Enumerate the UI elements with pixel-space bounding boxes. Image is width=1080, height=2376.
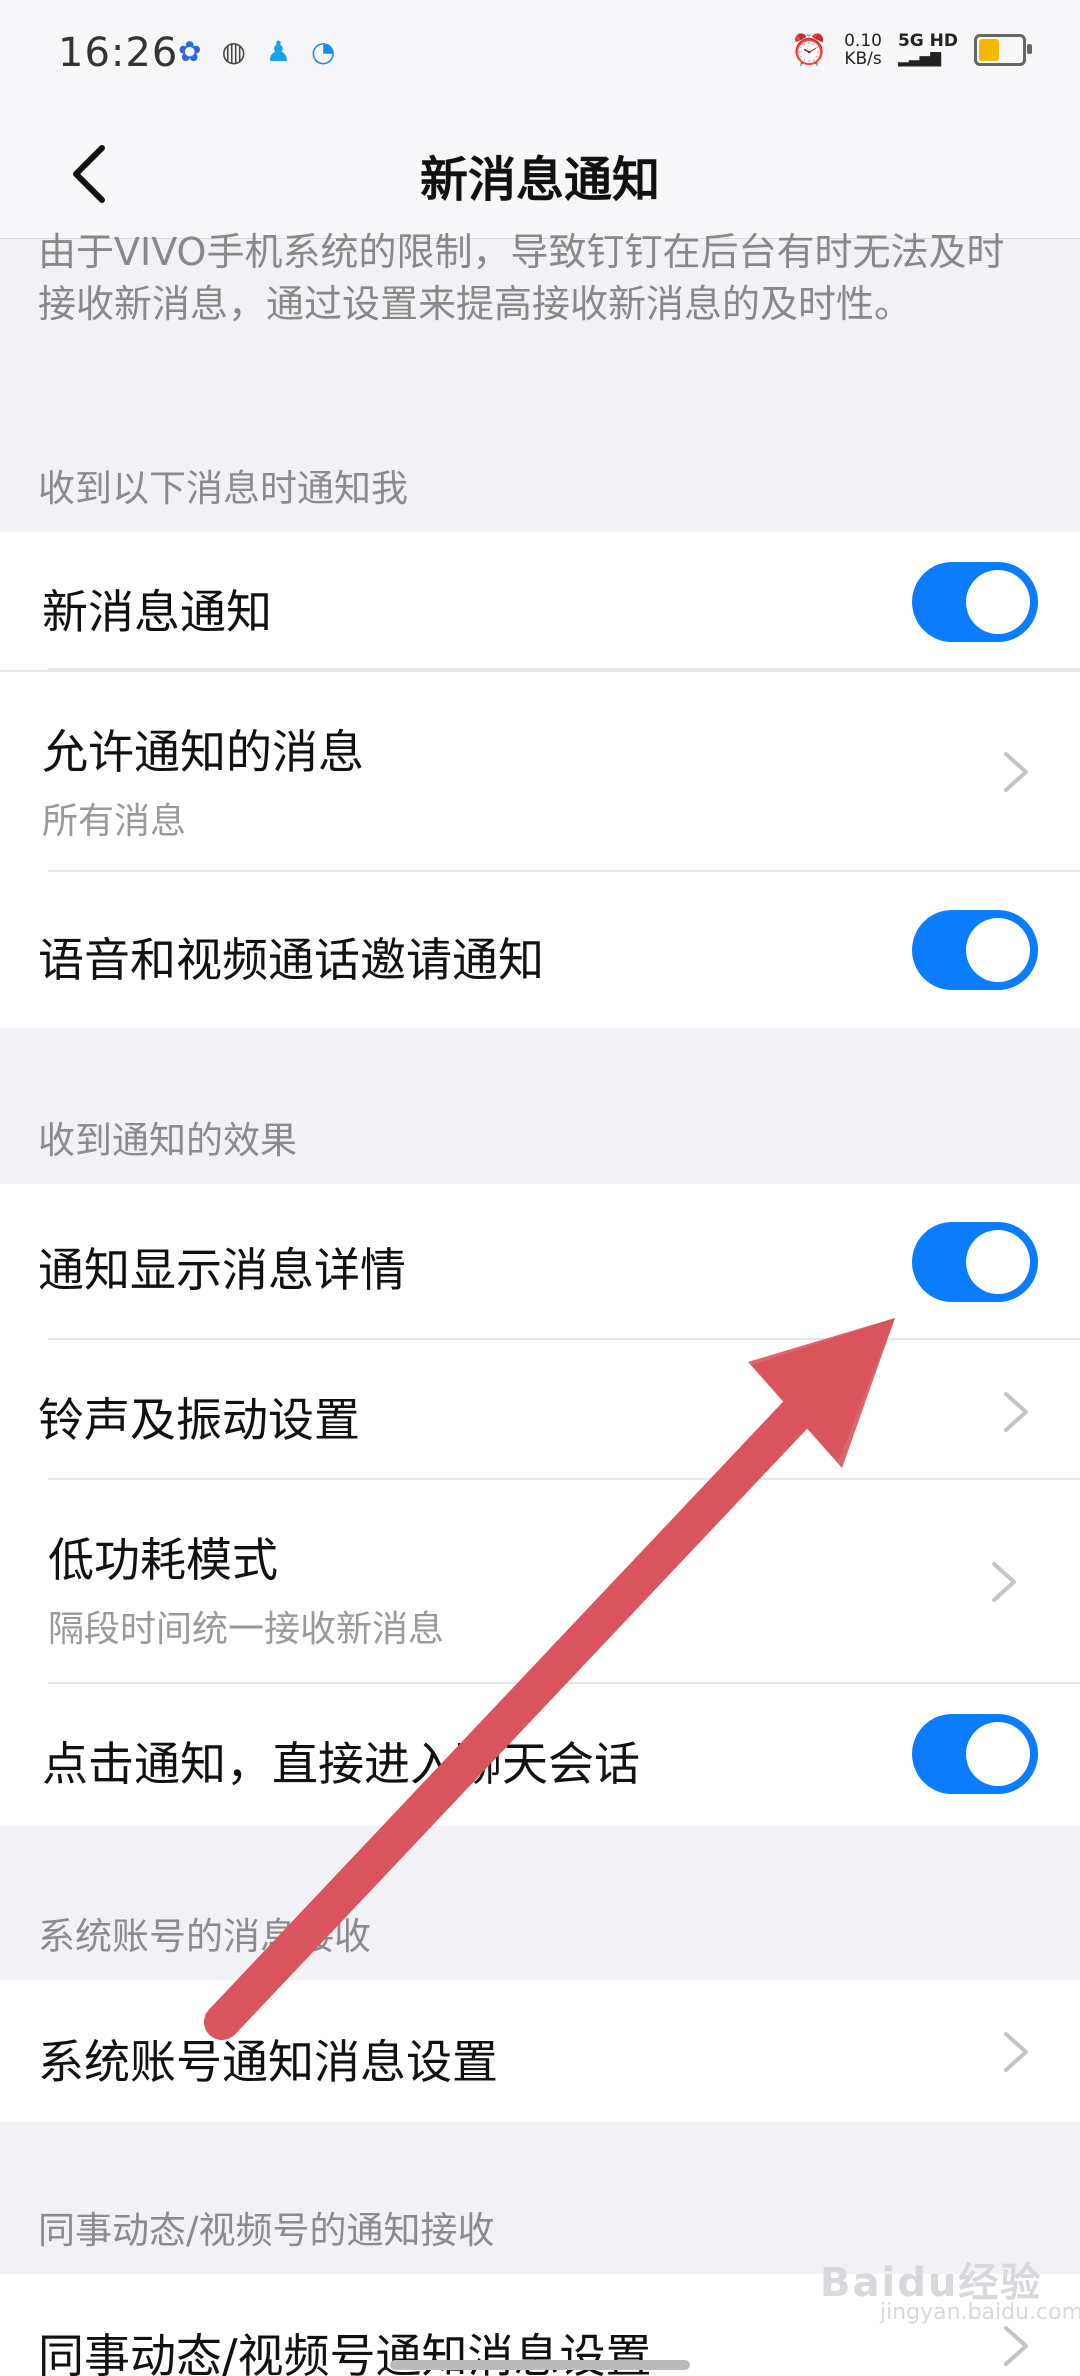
chevron-right-icon <box>1004 2326 1028 2366</box>
row-new-message[interactable]: 新消息通知 <box>0 532 1080 672</box>
network-label: 5G HD <box>897 31 958 51</box>
status-app-icons: ✿ ◍ ♟ ◔ <box>178 36 335 68</box>
home-indicator[interactable] <box>390 2360 690 2370</box>
chevron-right-icon <box>1004 2032 1028 2072</box>
chevron-right-icon <box>992 1562 1016 1602</box>
row-ringtone[interactable]: 铃声及振动设置 <box>0 1340 1080 1480</box>
browser-icon: ◔ <box>311 35 336 68</box>
tap-to-chat-toggle[interactable] <box>912 1714 1038 1794</box>
row-value: 所有消息 <box>42 801 187 842</box>
section-header-effects: 收到通知的效果 <box>38 1119 297 1162</box>
call-invite-toggle[interactable] <box>912 910 1038 990</box>
row-label: 新消息通知 <box>42 585 272 639</box>
watermark-url: jingyan.baidu.com <box>880 2300 1080 2325</box>
wechat-icon: ◍ <box>221 35 246 68</box>
section-header-system-account: 系统账号的消息接收 <box>38 1915 371 1958</box>
alarm-icon: ⏰ <box>790 32 829 68</box>
row-label: 点击通知，直接进入聊天会话 <box>42 1737 640 1791</box>
row-low-power[interactable]: 低功耗模式 隔段时间统一接收新消息 <box>0 1480 1080 1684</box>
row-tap-to-chat[interactable]: 点击通知，直接进入聊天会话 <box>0 1684 1080 1826</box>
section-header-colleague: 同事动态/视频号的通知接收 <box>38 2209 495 2252</box>
status-indicators: ⏰ 0.10 KB/s 5G HD ▂▃▅▇ <box>790 32 1032 68</box>
qq-icon: ♟ <box>265 35 292 68</box>
network-indicator: 5G HD ▂▃▅▇ <box>898 32 958 68</box>
status-time: 16:26 <box>58 30 179 76</box>
chevron-right-icon <box>1004 1392 1028 1432</box>
row-allowed-messages[interactable]: 允许通知的消息 所有消息 <box>0 672 1080 872</box>
row-label: 通知显示消息详情 <box>38 1243 406 1297</box>
section-header-notify: 收到以下消息时通知我 <box>38 467 408 510</box>
intro-text: 由于VIVO手机系统的限制，导致钉钉在后台有时无法及时接收新消息，通过设置来提高… <box>38 230 1005 326</box>
group-effects: 通知显示消息详情 铃声及振动设置 低功耗模式 隔段时间统一接收新消息 点击通知，… <box>0 1184 1080 1826</box>
baidu-icon: ✿ <box>178 35 202 68</box>
nav-bar: 新消息通知 <box>0 110 1080 239</box>
signal-icon: ▂▃▅▇ <box>897 51 942 67</box>
row-call-invite[interactable]: 语音和视频通话邀请通知 <box>0 872 1080 1028</box>
group-notify: 新消息通知 允许通知的消息 所有消息 语音和视频通话邀请通知 <box>0 532 1080 1028</box>
net-speed-unit: KB/s <box>844 49 882 69</box>
row-label: 允许通知的消息 <box>42 725 364 779</box>
status-bar: 16:26 ✿ ◍ ♟ ◔ ⏰ 0.10 KB/s 5G HD ▂▃▅▇ <box>0 0 1080 110</box>
new-message-toggle[interactable] <box>912 562 1038 642</box>
row-label: 铃声及振动设置 <box>38 1393 360 1447</box>
row-value: 隔段时间统一接收新消息 <box>48 1609 445 1650</box>
row-label: 系统账号通知消息设置 <box>38 2035 498 2089</box>
group-system-account: 系统账号通知消息设置 <box>0 1980 1080 2122</box>
net-speed-value: 0.10 <box>844 31 882 51</box>
net-speed: 0.10 KB/s <box>844 32 882 68</box>
row-label: 低功耗模式 <box>48 1533 278 1587</box>
battery-icon <box>974 34 1032 66</box>
row-system-account-settings[interactable]: 系统账号通知消息设置 <box>0 1980 1080 2122</box>
page-title: 新消息通知 <box>419 152 660 208</box>
row-show-details[interactable]: 通知显示消息详情 <box>0 1184 1080 1340</box>
chevron-right-icon <box>1004 752 1028 792</box>
show-details-toggle[interactable] <box>912 1222 1038 1302</box>
row-label: 语音和视频通话邀请通知 <box>38 933 544 987</box>
